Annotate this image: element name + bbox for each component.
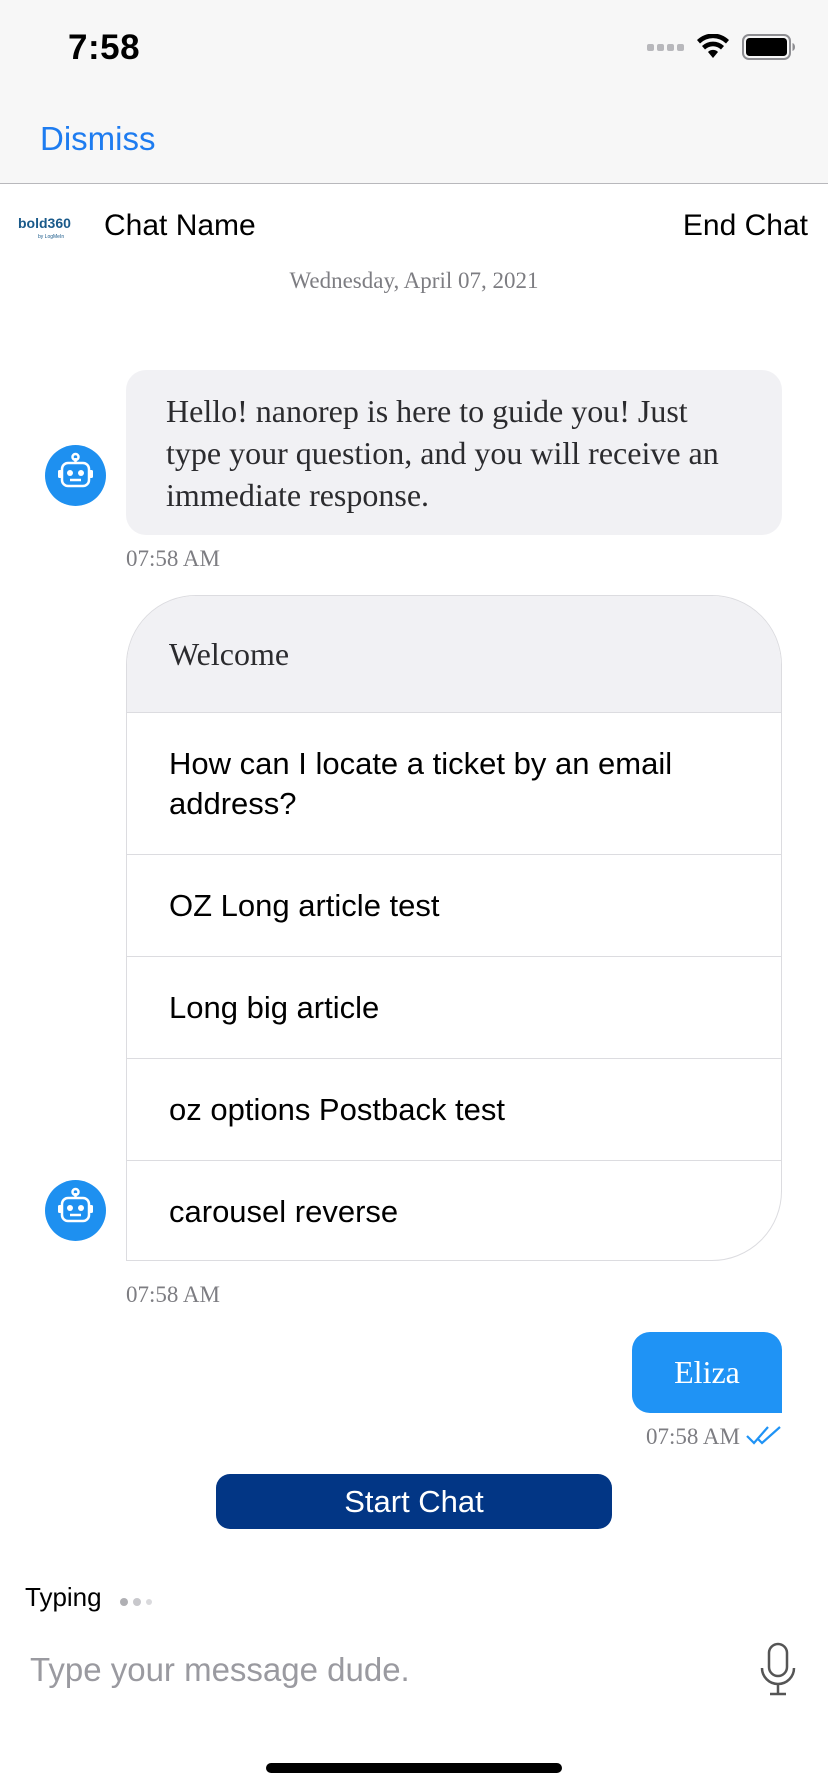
typing-dots-icon — [120, 1598, 152, 1606]
dismiss-button[interactable]: Dismiss — [40, 120, 155, 158]
option-item[interactable]: carousel reverse — [127, 1160, 781, 1260]
battery-icon — [742, 34, 795, 60]
status-icons — [647, 34, 796, 60]
chat-name: Chat Name — [104, 209, 256, 242]
quick-options-card: Welcome How can I locate a ticket by an … — [126, 595, 782, 1261]
bot-avatar-icon — [45, 1180, 106, 1241]
start-chat-button[interactable]: Start Chat — [216, 1474, 612, 1529]
option-item[interactable]: How can I locate a ticket by an email ad… — [127, 712, 781, 854]
microphone-icon[interactable] — [758, 1642, 798, 1698]
end-chat-button[interactable]: End Chat — [683, 209, 808, 243]
home-indicator[interactable] — [266, 1763, 562, 1773]
cellular-signal-icon — [647, 43, 684, 51]
wifi-icon — [697, 34, 729, 58]
message-timestamp: 07:58 AM — [646, 1424, 740, 1449]
svg-text:bold360: bold360 — [18, 215, 71, 231]
option-item[interactable]: Long big article — [127, 956, 781, 1058]
message-timestamp: 07:58 AM — [126, 546, 220, 571]
top-bar: 7:58 Dismiss — [0, 0, 828, 184]
chat-header: bold360 by LogMeIn Chat Name End Chat — [0, 185, 828, 271]
user-message-bubble: Eliza — [632, 1332, 782, 1413]
option-item[interactable]: oz options Postback test — [127, 1058, 781, 1160]
bot-avatar-icon — [45, 445, 106, 506]
svg-text:by LogMeIn: by LogMeIn — [38, 234, 64, 240]
options-title: Welcome — [127, 596, 781, 712]
bold360-logo: bold360 by LogMeIn — [18, 215, 71, 240]
message-input[interactable] — [30, 1640, 730, 1700]
date-separator: Wednesday, April 07, 2021 — [289, 268, 539, 293]
bot-message-bubble: Hello! nanorep is here to guide you! Jus… — [126, 370, 782, 535]
message-timestamp: 07:58 AM — [126, 1282, 220, 1307]
typing-label: Typing — [25, 1582, 102, 1612]
double-check-icon — [746, 1426, 781, 1445]
option-item[interactable]: OZ Long article test — [127, 854, 781, 956]
status-time: 7:58 — [68, 28, 141, 67]
